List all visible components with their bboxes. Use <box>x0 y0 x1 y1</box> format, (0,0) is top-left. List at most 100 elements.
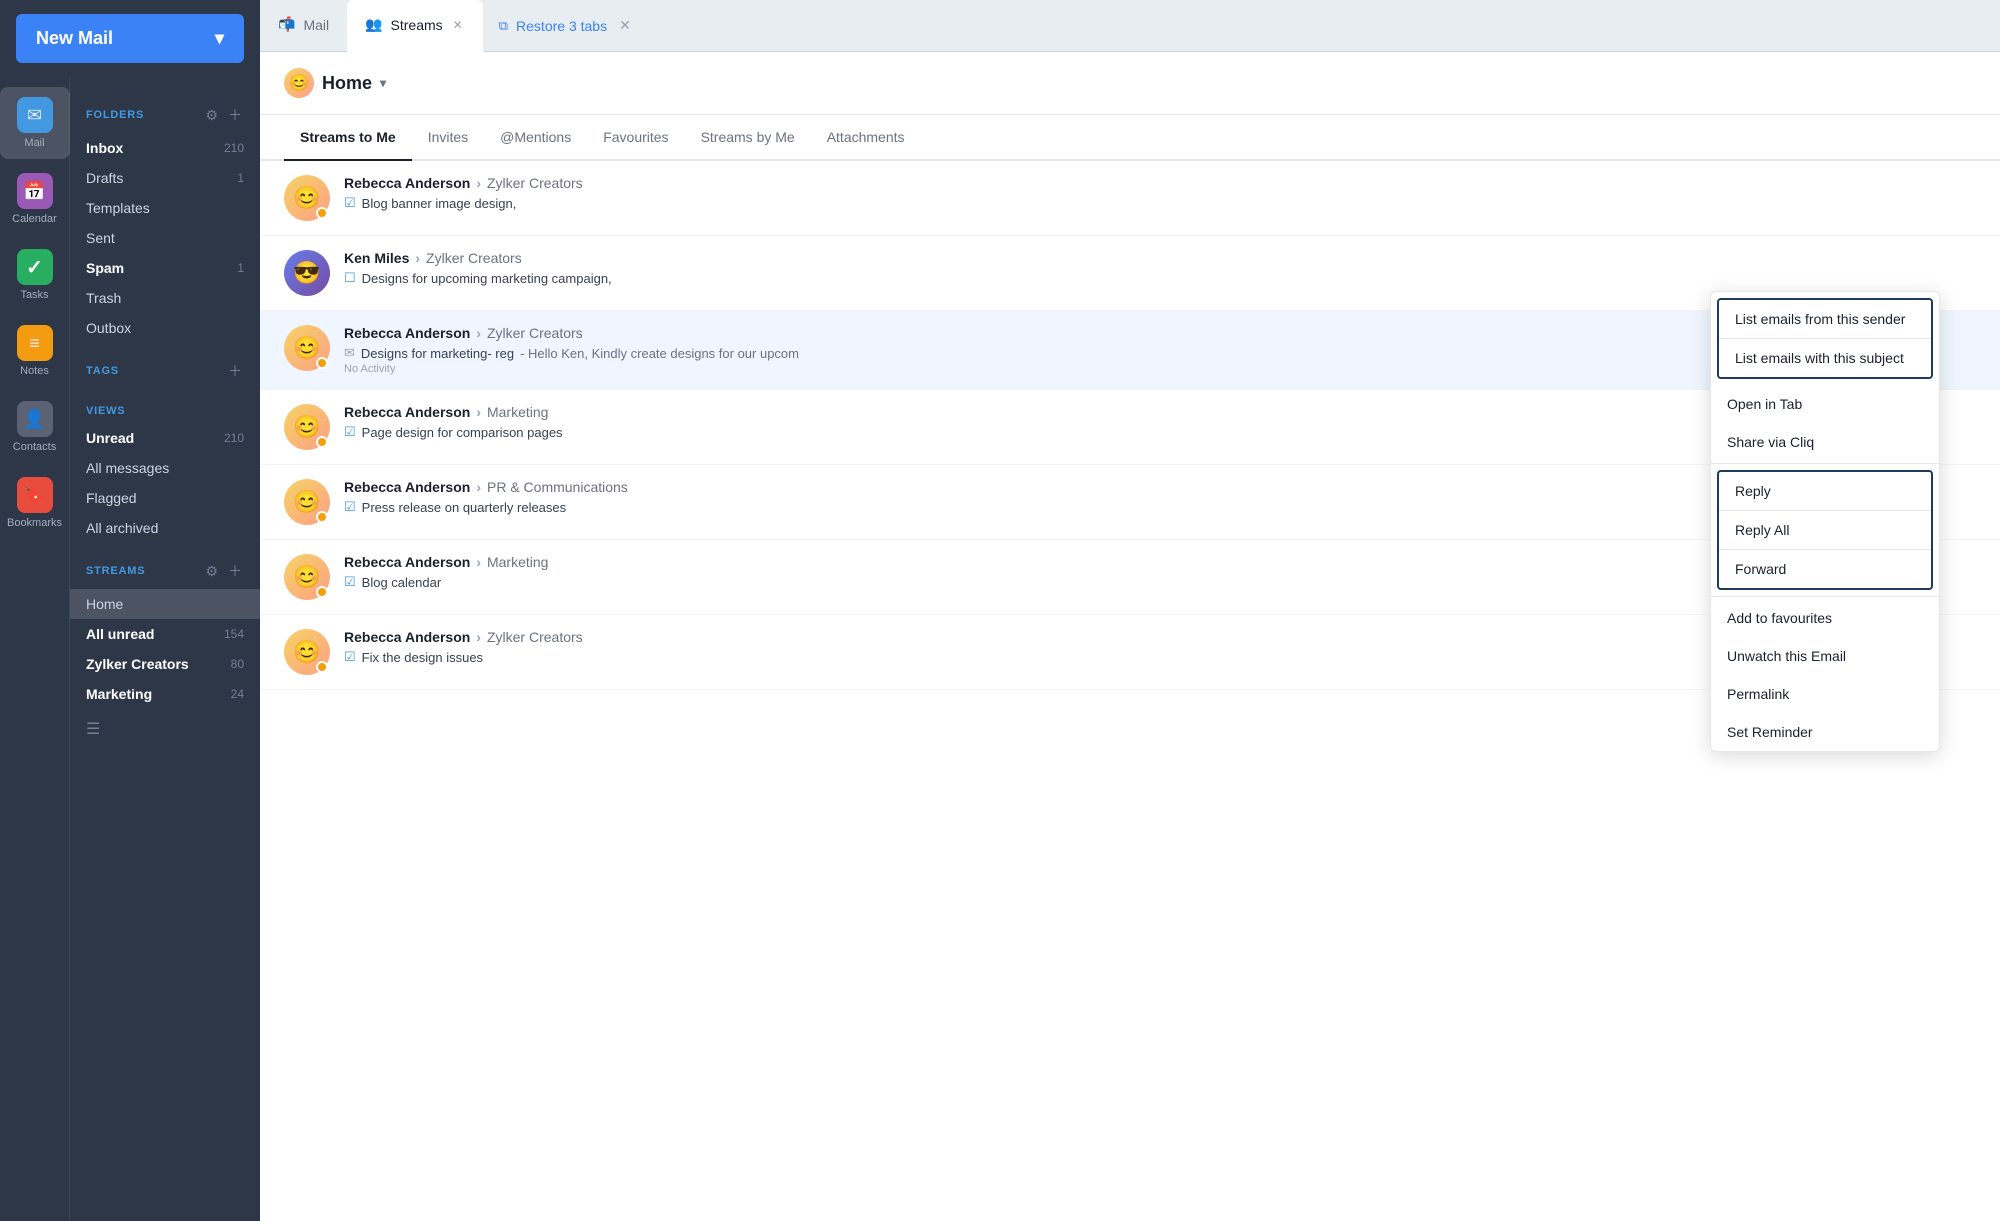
tab-streams[interactable]: 👥 Streams ✕ <box>347 0 483 52</box>
collapse-icon: ☰ <box>86 719 100 739</box>
stream-all-unread-name: All unread <box>86 626 154 642</box>
email-item[interactable]: 😊 Rebecca Anderson › Zylker Creators ☑ B… <box>260 161 2000 236</box>
favourites-label: Favourites <box>603 129 668 145</box>
view-all-archived[interactable]: All archived <box>70 513 260 543</box>
home-avatar: 😊 <box>284 68 314 98</box>
folder-trash[interactable]: Trash <box>70 283 260 313</box>
ctx-permalink[interactable]: Permalink <box>1711 675 1939 713</box>
restore-tabs-label: Restore 3 tabs <box>516 18 607 34</box>
sidebar-main: FOLDERS ⚙ ＋ Inbox 210 Drafts 1 Templates <box>70 77 260 1221</box>
sidebar-nav: ✉ Mail 📅 Calendar ✓ Tasks ≡ Notes 👤 Cont… <box>0 77 70 1221</box>
avatar-wrap: 😊 <box>284 629 330 675</box>
stream-home[interactable]: Home <box>70 589 260 619</box>
folders-section-header: FOLDERS ⚙ ＋ <box>70 87 260 133</box>
sidebar-tasks-label: Tasks <box>20 289 48 301</box>
view-all-messages[interactable]: All messages <box>70 453 260 483</box>
streams-tab-icon: 👥 <box>365 16 382 33</box>
tags-title: TAGS <box>86 365 119 377</box>
calendar-icon: 📅 <box>17 173 53 209</box>
views-list: Unread 210 All messages Flagged All arch… <box>70 423 260 543</box>
folders-add-icon[interactable]: ＋ <box>226 103 244 127</box>
sidebar-item-contacts[interactable]: 👤 Contacts <box>0 391 70 463</box>
ctx-unwatch-email[interactable]: Unwatch this Email <box>1711 637 1939 675</box>
ctx-reply[interactable]: Reply <box>1719 472 1931 511</box>
stream-zylker-creators-count: 80 <box>231 657 244 671</box>
collapse-sidebar[interactable]: ☰ <box>70 709 260 749</box>
stream-tab-invites[interactable]: Invites <box>412 115 484 161</box>
task-check-icon: ☑ <box>344 499 356 515</box>
view-unread-name: Unread <box>86 430 134 446</box>
task-check-icon: ☑ <box>344 574 356 590</box>
new-mail-chevron-icon: ▾ <box>215 28 224 49</box>
task-check-icon: ☐ <box>344 270 356 286</box>
view-flagged[interactable]: Flagged <box>70 483 260 513</box>
stream-zylker-creators-name: Zylker Creators <box>86 656 189 672</box>
avatar-wrap: 😊 <box>284 554 330 600</box>
context-menu: List emails from this sender List emails… <box>1710 291 1940 752</box>
avatar-wrap: 😊 <box>284 325 330 371</box>
stream-tab-mentions[interactable]: @Mentions <box>484 115 587 161</box>
stream-tab-favourites[interactable]: Favourites <box>587 115 684 161</box>
streams-tab-close-icon[interactable]: ✕ <box>451 16 465 34</box>
sidebar-item-bookmarks[interactable]: 🔖 Bookmarks <box>0 467 70 539</box>
folder-sent[interactable]: Sent <box>70 223 260 253</box>
sidebar-item-notes[interactable]: ≡ Notes <box>0 315 70 387</box>
stream-marketing[interactable]: Marketing 24 <box>70 679 260 709</box>
stream-tab-streams-by-me[interactable]: Streams by Me <box>685 115 811 161</box>
streams-settings-icon[interactable]: ⚙ <box>203 561 220 582</box>
mail-icon: ✉ <box>17 97 53 133</box>
home-button[interactable]: 😊 Home ▾ <box>284 68 386 98</box>
folder-inbox-count: 210 <box>224 141 244 155</box>
restore-tabs-close-icon[interactable]: ✕ <box>619 17 631 34</box>
avatar-dot <box>316 586 328 598</box>
folder-outbox[interactable]: Outbox <box>70 313 260 343</box>
email-content: Rebecca Anderson › Zylker Creators ☑ Blo… <box>344 175 1976 211</box>
avatar-wrap: 😊 <box>284 404 330 450</box>
stream-tab-attachments[interactable]: Attachments <box>811 115 921 161</box>
restore-tabs[interactable]: ⧉ Restore 3 tabs ✕ <box>483 0 647 52</box>
tasks-icon: ✓ <box>17 249 53 285</box>
ctx-list-emails-sender[interactable]: List emails from this sender <box>1719 300 1931 339</box>
sidebar-contacts-label: Contacts <box>13 441 56 453</box>
ctx-add-to-favourites[interactable]: Add to favourites <box>1711 599 1939 637</box>
view-all-archived-name: All archived <box>86 520 158 536</box>
stream-tab-streams-to-me[interactable]: Streams to Me <box>284 115 412 161</box>
folder-inbox[interactable]: Inbox 210 <box>70 133 260 163</box>
sidebar-bookmarks-label: Bookmarks <box>7 517 62 529</box>
views-title: VIEWS <box>86 405 125 417</box>
mentions-label: @Mentions <box>500 129 571 145</box>
sidebar-item-mail[interactable]: ✉ Mail <box>0 87 70 159</box>
tabs-bar: 📬 Mail 👥 Streams ✕ ⧉ Restore 3 tabs ✕ <box>260 0 2000 52</box>
ctx-open-in-tab[interactable]: Open in Tab <box>1711 385 1939 423</box>
streams-by-me-label: Streams by Me <box>701 129 795 145</box>
task-check-icon: ☑ <box>344 195 356 211</box>
view-unread[interactable]: Unread 210 <box>70 423 260 453</box>
avatar-dot <box>316 357 328 369</box>
stream-zylker-creators[interactable]: Zylker Creators 80 <box>70 649 260 679</box>
stream-all-unread[interactable]: All unread 154 <box>70 619 260 649</box>
sidebar-item-calendar[interactable]: 📅 Calendar <box>0 163 70 235</box>
sidebar-item-tasks[interactable]: ✓ Tasks <box>0 239 70 311</box>
ctx-reply-all[interactable]: Reply All <box>1719 511 1931 550</box>
folders-title: FOLDERS <box>86 109 144 121</box>
ctx-set-reminder[interactable]: Set Reminder <box>1711 713 1939 751</box>
folders-settings-icon[interactable]: ⚙ <box>203 105 220 126</box>
content-header: 😊 Home ▾ <box>260 52 2000 115</box>
folder-templates[interactable]: Templates <box>70 193 260 223</box>
main-content: 📬 Mail 👥 Streams ✕ ⧉ Restore 3 tabs ✕ 😊 … <box>260 0 2000 1221</box>
folder-drafts[interactable]: Drafts 1 <box>70 163 260 193</box>
ctx-list-emails-subject[interactable]: List emails with this subject <box>1719 339 1931 377</box>
folder-spam[interactable]: Spam 1 <box>70 253 260 283</box>
avatar-wrap: 😊 <box>284 479 330 525</box>
tags-add-icon[interactable]: ＋ <box>226 359 244 383</box>
tab-mail[interactable]: 📬 Mail <box>260 0 347 52</box>
streams-add-icon[interactable]: ＋ <box>226 559 244 583</box>
avatar: 😎 <box>284 250 330 296</box>
ctx-forward[interactable]: Forward <box>1719 550 1931 588</box>
folder-sent-name: Sent <box>86 230 115 246</box>
avatar-dot <box>316 436 328 448</box>
contacts-icon: 👤 <box>17 401 53 437</box>
new-mail-button[interactable]: New Mail ▾ <box>16 14 244 63</box>
avatar-dot <box>316 207 328 219</box>
ctx-share-via-cliq[interactable]: Share via Cliq <box>1711 423 1939 461</box>
